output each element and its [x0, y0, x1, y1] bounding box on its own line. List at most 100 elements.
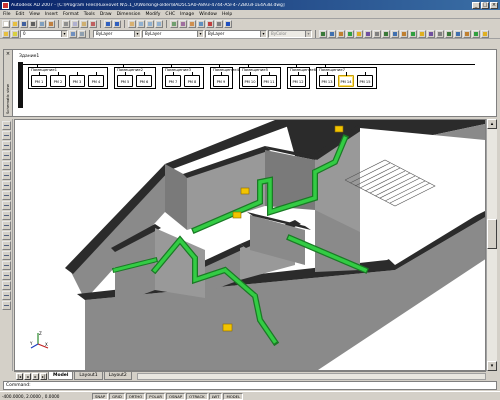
region-icon[interactable]: [1, 281, 11, 290]
zoom-window-icon[interactable]: [146, 20, 154, 28]
module-node[interactable]: PM 7: [165, 72, 181, 87]
status-toggle-otrack[interactable]: OTRACK: [186, 392, 208, 400]
module-node[interactable]: PM 15: [357, 72, 373, 87]
table-icon[interactable]: [1, 291, 11, 300]
spline-icon[interactable]: [1, 201, 11, 210]
new-icon[interactable]: [2, 20, 10, 28]
cable-icon[interactable]: [346, 29, 354, 38]
gradient-icon[interactable]: [1, 271, 11, 280]
status-toggle-polar[interactable]: POLAR: [146, 392, 165, 400]
save-icon[interactable]: [20, 20, 28, 28]
menu-item-edit[interactable]: Edit: [16, 12, 25, 17]
menu-item-help[interactable]: Help: [222, 12, 232, 17]
print-icon[interactable]: [418, 29, 426, 38]
model-viewport[interactable]: [14, 119, 486, 371]
building-node[interactable]: [18, 62, 23, 108]
cut-icon[interactable]: [62, 20, 70, 28]
vertical-scrollbar[interactable]: ▴ ▾: [486, 119, 497, 371]
zoom-previous-icon[interactable]: [155, 20, 163, 28]
status-toggle-lwt[interactable]: LWT: [208, 392, 223, 400]
menu-item-modify[interactable]: Modify: [146, 12, 161, 17]
color-select[interactable]: ByLayer ▾: [93, 29, 141, 38]
preview-icon[interactable]: [38, 20, 46, 28]
polygon-icon[interactable]: [1, 151, 11, 160]
insert-block-icon[interactable]: [1, 231, 11, 240]
info-icon[interactable]: [436, 29, 444, 38]
chevron-down-icon[interactable]: ▾: [197, 30, 203, 37]
sheet-set-icon[interactable]: [197, 20, 205, 28]
room-node[interactable]: Помещение5 PM 10 PM 11: [239, 64, 281, 89]
tab-layout2[interactable]: Layout2: [103, 372, 132, 380]
open-icon[interactable]: [11, 20, 19, 28]
help-icon[interactable]: [224, 20, 232, 28]
ellipse-arc-icon[interactable]: [1, 221, 11, 230]
make-block-icon[interactable]: [1, 241, 11, 250]
revision-cloud-icon[interactable]: [1, 191, 11, 200]
first-tab-icon[interactable]: |◂: [16, 373, 23, 380]
redo-icon[interactable]: [113, 20, 121, 28]
plotstyle-select[interactable]: ByColor ▾: [268, 29, 312, 38]
menu-item-window[interactable]: Window: [199, 12, 217, 17]
autocad-app-icon[interactable]: [2, 1, 9, 9]
ellipse-icon[interactable]: [1, 211, 11, 220]
room-node[interactable]: Помещение1 PM 1 PM 2 PM 3 PM 4: [28, 64, 108, 89]
status-toggle-model[interactable]: MODEL: [223, 392, 244, 400]
about-icon[interactable]: [472, 29, 480, 38]
paste-icon[interactable]: [80, 20, 88, 28]
polyline-icon[interactable]: [1, 141, 11, 150]
room-node[interactable]: Помещение2 PM 5 PM 6: [114, 64, 156, 89]
module-node[interactable]: PM 8: [184, 72, 200, 87]
lineweight-select[interactable]: ByLayer ▾: [205, 29, 267, 38]
chevron-down-icon[interactable]: ▾: [134, 30, 140, 37]
line-icon[interactable]: [1, 121, 11, 130]
last-tab-icon[interactable]: ▸|: [40, 373, 47, 380]
refresh-icon[interactable]: [391, 29, 399, 38]
tools-icon[interactable]: [454, 29, 462, 38]
menu-item-draw[interactable]: Draw: [100, 12, 112, 17]
layer-manager-icon[interactable]: [2, 29, 10, 38]
chevron-down-icon[interactable]: ▾: [61, 30, 67, 37]
close-icon[interactable]: ×: [5, 51, 11, 57]
layer-select[interactable]: 0 ▾: [20, 29, 68, 38]
properties-icon[interactable]: [170, 20, 178, 28]
prev-tab-icon[interactable]: ◂: [24, 373, 31, 380]
room-icon[interactable]: [328, 29, 336, 38]
hatch-icon[interactable]: [1, 261, 11, 270]
mtext-icon[interactable]: [1, 301, 11, 310]
tab-model[interactable]: Model: [48, 372, 74, 380]
make-current-icon[interactable]: [69, 29, 77, 38]
gear-icon[interactable]: [400, 29, 408, 38]
scroll-down-icon[interactable]: ▾: [487, 361, 497, 371]
schema-icon[interactable]: [319, 29, 327, 38]
status-toggle-osnap[interactable]: OSNAP: [166, 392, 186, 400]
maximize-icon[interactable]: □: [481, 1, 489, 9]
design-center-icon[interactable]: [179, 20, 187, 28]
menu-item-image[interactable]: Image: [180, 12, 194, 17]
calc-icon[interactable]: [215, 20, 223, 28]
module-node[interactable]: PM 14: [338, 72, 354, 87]
settings-icon[interactable]: [373, 29, 381, 38]
report-icon[interactable]: [364, 29, 372, 38]
calc-icon[interactable]: [427, 29, 435, 38]
room-node[interactable]: Помещение6 PM 12: [287, 64, 316, 89]
construction-line-icon[interactable]: [1, 131, 11, 140]
module-node[interactable]: PM 13: [319, 72, 335, 87]
module-node[interactable]: PM 1: [31, 72, 47, 87]
title-bar[interactable]: Autodesk AD 2007 - [C:\Program Files\Ruх…: [0, 0, 500, 10]
match-icon[interactable]: [89, 20, 97, 28]
module-node[interactable]: PM 12: [290, 72, 306, 87]
device-icon[interactable]: [355, 29, 363, 38]
circle-icon[interactable]: [1, 181, 11, 190]
room-node[interactable]: Помещение3 PM 7 PM 8: [162, 64, 204, 89]
point-icon[interactable]: [1, 251, 11, 260]
status-toggle-ortho[interactable]: ORTHO: [125, 392, 146, 400]
module-node[interactable]: PM 10: [242, 72, 258, 87]
module-node[interactable]: PM 11: [261, 72, 277, 87]
command-line[interactable]: Command:: [3, 381, 497, 390]
markup-icon[interactable]: [206, 20, 214, 28]
module-node[interactable]: PM 4: [88, 72, 104, 87]
layer-previous-icon[interactable]: [78, 29, 86, 38]
module-node[interactable]: PM 2: [50, 72, 66, 87]
module-node[interactable]: PM 3: [69, 72, 85, 87]
plot-icon[interactable]: [29, 20, 37, 28]
